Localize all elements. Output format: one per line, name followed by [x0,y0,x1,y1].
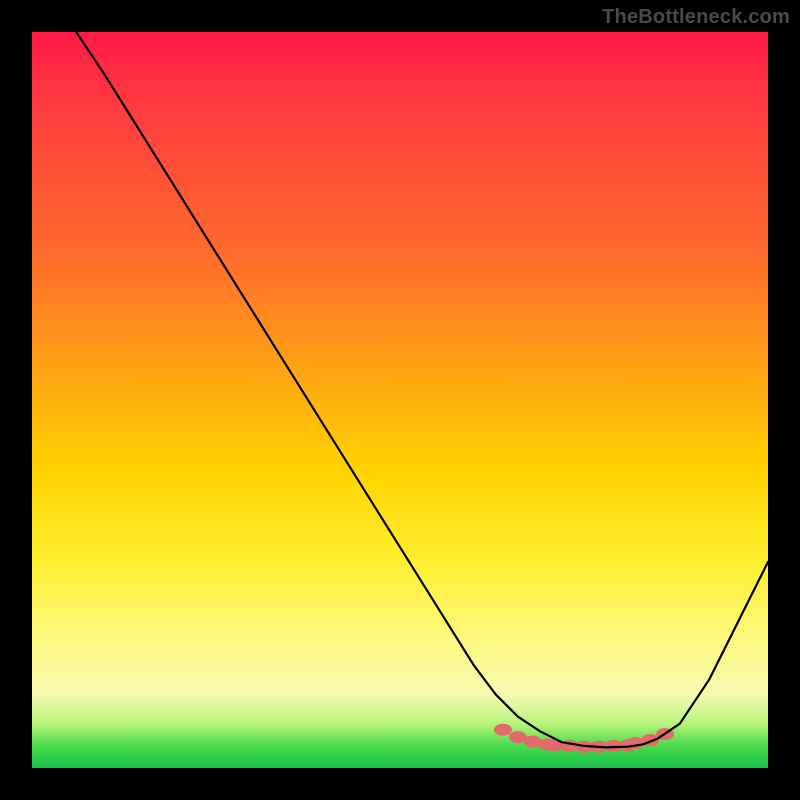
chart-svg [32,32,768,768]
bottleneck-curve [76,32,768,747]
watermark-text: TheBottleneck.com [602,6,790,29]
plot-area [32,32,768,768]
chart-frame: TheBottleneck.com [0,0,800,800]
bottom-markers-group [494,724,674,753]
marker-dot [494,724,512,736]
